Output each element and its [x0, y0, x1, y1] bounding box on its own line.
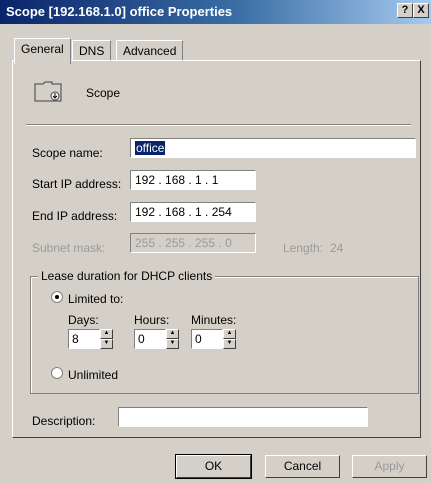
- unlimited-label: Unlimited: [68, 368, 119, 382]
- title-bar[interactable]: Scope [192.168.1.0] office Properties ? …: [0, 0, 431, 24]
- days-spinner[interactable]: 8 ▲ ▼: [68, 329, 113, 349]
- help-button[interactable]: ?: [397, 3, 413, 18]
- minutes-down-icon[interactable]: ▼: [223, 339, 236, 349]
- length-value: 24: [330, 241, 344, 255]
- properties-window: Scope [192.168.1.0] office Properties ? …: [0, 0, 431, 484]
- scope-name-label: Scope name:: [32, 146, 103, 160]
- days-down-icon[interactable]: ▼: [100, 339, 113, 349]
- minutes-label: Minutes:: [191, 313, 237, 327]
- lease-duration-title: Lease duration for DHCP clients: [38, 269, 216, 283]
- description-input[interactable]: [118, 407, 368, 427]
- subnet-mask-label: Subnet mask:: [32, 241, 106, 255]
- limited-label: Limited to:: [68, 292, 124, 306]
- hours-value[interactable]: 0: [134, 329, 166, 349]
- window-title: Scope [192.168.1.0] office Properties: [6, 4, 233, 19]
- days-up-icon[interactable]: ▲: [100, 329, 113, 339]
- tab-dns[interactable]: DNS: [72, 40, 112, 62]
- description-label: Description:: [32, 414, 96, 428]
- hours-spinner[interactable]: 0 ▲ ▼: [134, 329, 179, 349]
- apply-button[interactable]: Apply: [352, 455, 427, 478]
- scope-name-input[interactable]: office: [130, 138, 416, 158]
- days-label: Days:: [68, 313, 99, 327]
- close-button[interactable]: X: [413, 3, 429, 18]
- days-value[interactable]: 8: [68, 329, 100, 349]
- minutes-spinner[interactable]: 0 ▲ ▼: [191, 329, 236, 349]
- start-ip-label: Start IP address:: [32, 177, 122, 191]
- tab-general[interactable]: General: [14, 38, 71, 64]
- start-ip-input[interactable]: 192 . 168 . 1 . 1: [130, 170, 256, 190]
- folder-icon: [34, 81, 62, 102]
- hours-label: Hours:: [134, 313, 170, 327]
- end-ip-label: End IP address:: [32, 209, 118, 223]
- end-ip-input[interactable]: 192 . 168 . 1 . 254: [130, 202, 256, 222]
- subnet-mask-input: 255 . 255 . 255 . 0: [130, 233, 256, 253]
- hours-up-icon[interactable]: ▲: [166, 329, 179, 339]
- limited-radio[interactable]: [51, 291, 63, 303]
- separator: [26, 124, 411, 126]
- unlimited-radio[interactable]: [51, 367, 63, 379]
- hours-down-icon[interactable]: ▼: [166, 339, 179, 349]
- ok-button[interactable]: OK: [175, 454, 252, 479]
- tab-advanced[interactable]: Advanced: [116, 40, 184, 62]
- minutes-value[interactable]: 0: [191, 329, 223, 349]
- cancel-button[interactable]: Cancel: [265, 455, 340, 478]
- minutes-up-icon[interactable]: ▲: [223, 329, 236, 339]
- scope-header-label: Scope: [86, 86, 121, 100]
- length-label: Length:: [283, 241, 324, 255]
